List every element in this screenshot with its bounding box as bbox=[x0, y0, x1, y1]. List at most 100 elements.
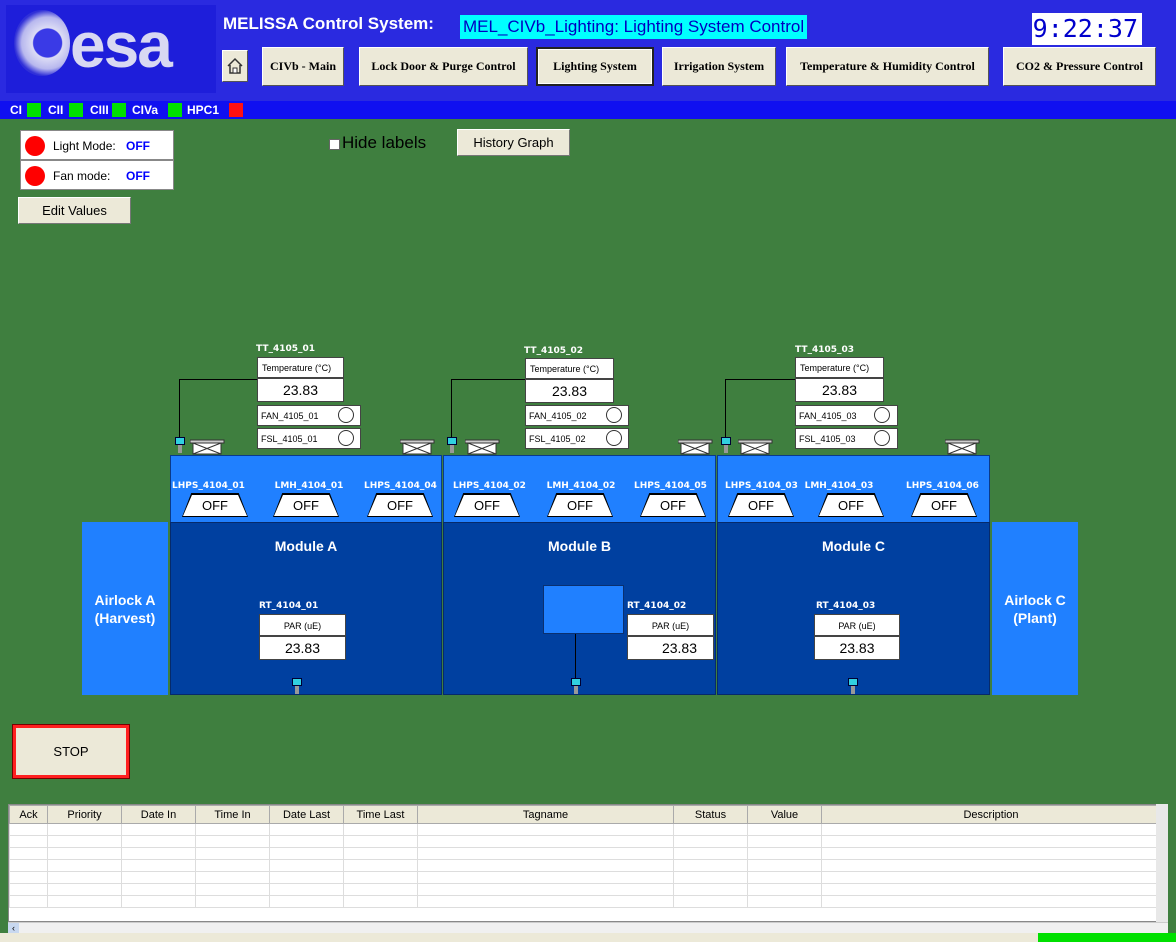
compartment-status-cii bbox=[69, 103, 83, 117]
table-row[interactable] bbox=[9, 847, 1161, 860]
wire bbox=[725, 379, 795, 380]
fan-icon bbox=[738, 439, 773, 455]
lamp-tag: LMH_4104_01 bbox=[274, 481, 344, 491]
lamp-toggle[interactable]: OFF bbox=[368, 495, 432, 516]
column-header[interactable]: Date In bbox=[121, 805, 196, 824]
scroll-left-icon[interactable]: ‹ bbox=[8, 923, 19, 933]
airlock-a-name: Airlock A bbox=[94, 591, 156, 608]
hide-labels-label: Hide labels bbox=[342, 133, 427, 152]
tt-tag: TT_4105_03 bbox=[795, 345, 855, 355]
lamp-toggle[interactable]: OFF bbox=[912, 495, 976, 516]
column-header[interactable]: Time In bbox=[195, 805, 270, 824]
compartment-status-ciii bbox=[112, 103, 126, 117]
fan-mode-indicator: Fan mode: OFF bbox=[20, 160, 174, 190]
edit-values-button[interactable]: Edit Values bbox=[18, 197, 131, 224]
status-bar bbox=[0, 933, 1176, 942]
fsl-indicator bbox=[606, 430, 622, 446]
rt-value: 23.83 bbox=[627, 636, 714, 660]
lamp-toggle[interactable]: OFF bbox=[548, 495, 612, 516]
fsl-tag: FSL_4105_03 bbox=[799, 434, 856, 444]
column-header[interactable]: Value bbox=[747, 805, 822, 824]
sensor-stem bbox=[178, 445, 182, 453]
sensor-stem bbox=[450, 445, 454, 453]
rt-value: 23.83 bbox=[814, 636, 900, 660]
airlock-c: Airlock C (Plant) bbox=[992, 522, 1078, 695]
table-row[interactable] bbox=[9, 835, 1161, 848]
compartment-label-hpc1: HPC1 bbox=[187, 103, 220, 117]
horizontal-scrollbar[interactable]: ‹ bbox=[8, 922, 1168, 933]
rt-tag: RT_4104_02 bbox=[627, 601, 687, 611]
nav-co2-pressure-button[interactable]: CO2 & Pressure Control bbox=[1003, 47, 1156, 86]
esa-logo-text: esa bbox=[70, 9, 173, 81]
lamp-toggle[interactable]: OFF bbox=[183, 495, 247, 516]
airlock-c-name: Airlock C bbox=[1004, 591, 1066, 608]
stop-button[interactable]: STOP bbox=[12, 724, 130, 779]
compartment-status-ci bbox=[27, 103, 41, 117]
rt-tag: RT_4104_03 bbox=[816, 601, 876, 611]
par-sensor-icon bbox=[848, 678, 858, 686]
wire bbox=[725, 379, 726, 437]
table-row[interactable] bbox=[9, 895, 1161, 908]
tt-label: Temperature (°C) bbox=[795, 357, 884, 378]
tt-label: Temperature (°C) bbox=[525, 358, 614, 379]
nav-temperature-humidity-button[interactable]: Temperature & Humidity Control bbox=[786, 47, 989, 86]
fan-indicator bbox=[874, 407, 890, 423]
column-header[interactable]: Tagname bbox=[417, 805, 674, 824]
history-graph-button[interactable]: History Graph bbox=[457, 129, 570, 156]
status-indicator bbox=[1038, 933, 1176, 942]
column-header[interactable]: Time Last bbox=[343, 805, 418, 824]
rt-value: 23.83 bbox=[259, 636, 346, 660]
nav-civb-main-button[interactable]: CIVb - Main bbox=[262, 47, 344, 86]
fan-icon bbox=[190, 439, 225, 455]
compartment-label-ciii: CIII bbox=[90, 103, 109, 117]
compartment-label-cii: CII bbox=[48, 103, 64, 117]
column-header[interactable]: Status bbox=[673, 805, 748, 824]
airlock-c-role: (Plant) bbox=[1013, 609, 1057, 626]
fan-icon bbox=[678, 439, 713, 455]
module-c-title: Module C bbox=[822, 538, 885, 554]
lamp-tag: LMH_4104_02 bbox=[546, 481, 616, 491]
lamp-tag: LHPS_4104_05 bbox=[634, 481, 707, 491]
lamp-tag: LHPS_4104_02 bbox=[453, 481, 526, 491]
lamp-tag: LMH_4104_03 bbox=[804, 481, 874, 491]
column-header[interactable]: Ack bbox=[9, 805, 48, 824]
tt-value: 23.83 bbox=[795, 378, 884, 402]
home-icon bbox=[227, 57, 243, 74]
home-button[interactable] bbox=[222, 50, 248, 82]
fan-mode-label: Fan mode: bbox=[53, 169, 111, 183]
fan-indicator bbox=[338, 407, 354, 423]
table-row[interactable] bbox=[9, 871, 1161, 884]
lamp-toggle[interactable]: OFF bbox=[729, 495, 793, 516]
vertical-scrollbar[interactable] bbox=[1156, 804, 1168, 922]
par-sensor-icon bbox=[292, 678, 302, 686]
lamp-toggle[interactable]: OFF bbox=[819, 495, 883, 516]
hide-labels-checkbox[interactable] bbox=[329, 139, 340, 150]
compartment-label-ci: CI bbox=[10, 103, 22, 117]
module-b-title: Module B bbox=[548, 538, 611, 554]
table-row[interactable] bbox=[9, 823, 1161, 836]
fsl-indicator bbox=[874, 430, 890, 446]
esa-logo-ring bbox=[14, 10, 70, 76]
lamp-toggle[interactable]: OFF bbox=[274, 495, 338, 516]
fan-tag: FAN_4105_03 bbox=[799, 411, 857, 421]
nav-irrigation-button[interactable]: Irrigation System bbox=[662, 47, 776, 86]
par-sensor-icon bbox=[571, 678, 581, 686]
table-row[interactable] bbox=[9, 859, 1161, 872]
lamp-toggle[interactable]: OFF bbox=[641, 495, 705, 516]
fan-tag: FAN_4105_02 bbox=[529, 411, 587, 421]
table-row[interactable] bbox=[9, 883, 1161, 896]
column-header[interactable]: Description bbox=[821, 805, 1161, 824]
fan-icon bbox=[945, 439, 980, 455]
airlock-a: Airlock A (Harvest) bbox=[82, 522, 168, 695]
nav-lock-door-button[interactable]: Lock Door & Purge Control bbox=[359, 47, 528, 86]
temperature-sensor-icon bbox=[175, 437, 185, 445]
compartment-label-civa: CIVa bbox=[132, 103, 159, 117]
lamp-tag: LHPS_4104_04 bbox=[364, 481, 437, 491]
column-header[interactable]: Date Last bbox=[269, 805, 344, 824]
column-header[interactable]: Priority bbox=[47, 805, 122, 824]
wire bbox=[179, 379, 180, 437]
nav-lighting-button[interactable]: Lighting System bbox=[536, 47, 654, 86]
fan-mode-value: OFF bbox=[126, 169, 150, 183]
lamp-toggle[interactable]: OFF bbox=[455, 495, 519, 516]
sensor-stem bbox=[724, 445, 728, 453]
